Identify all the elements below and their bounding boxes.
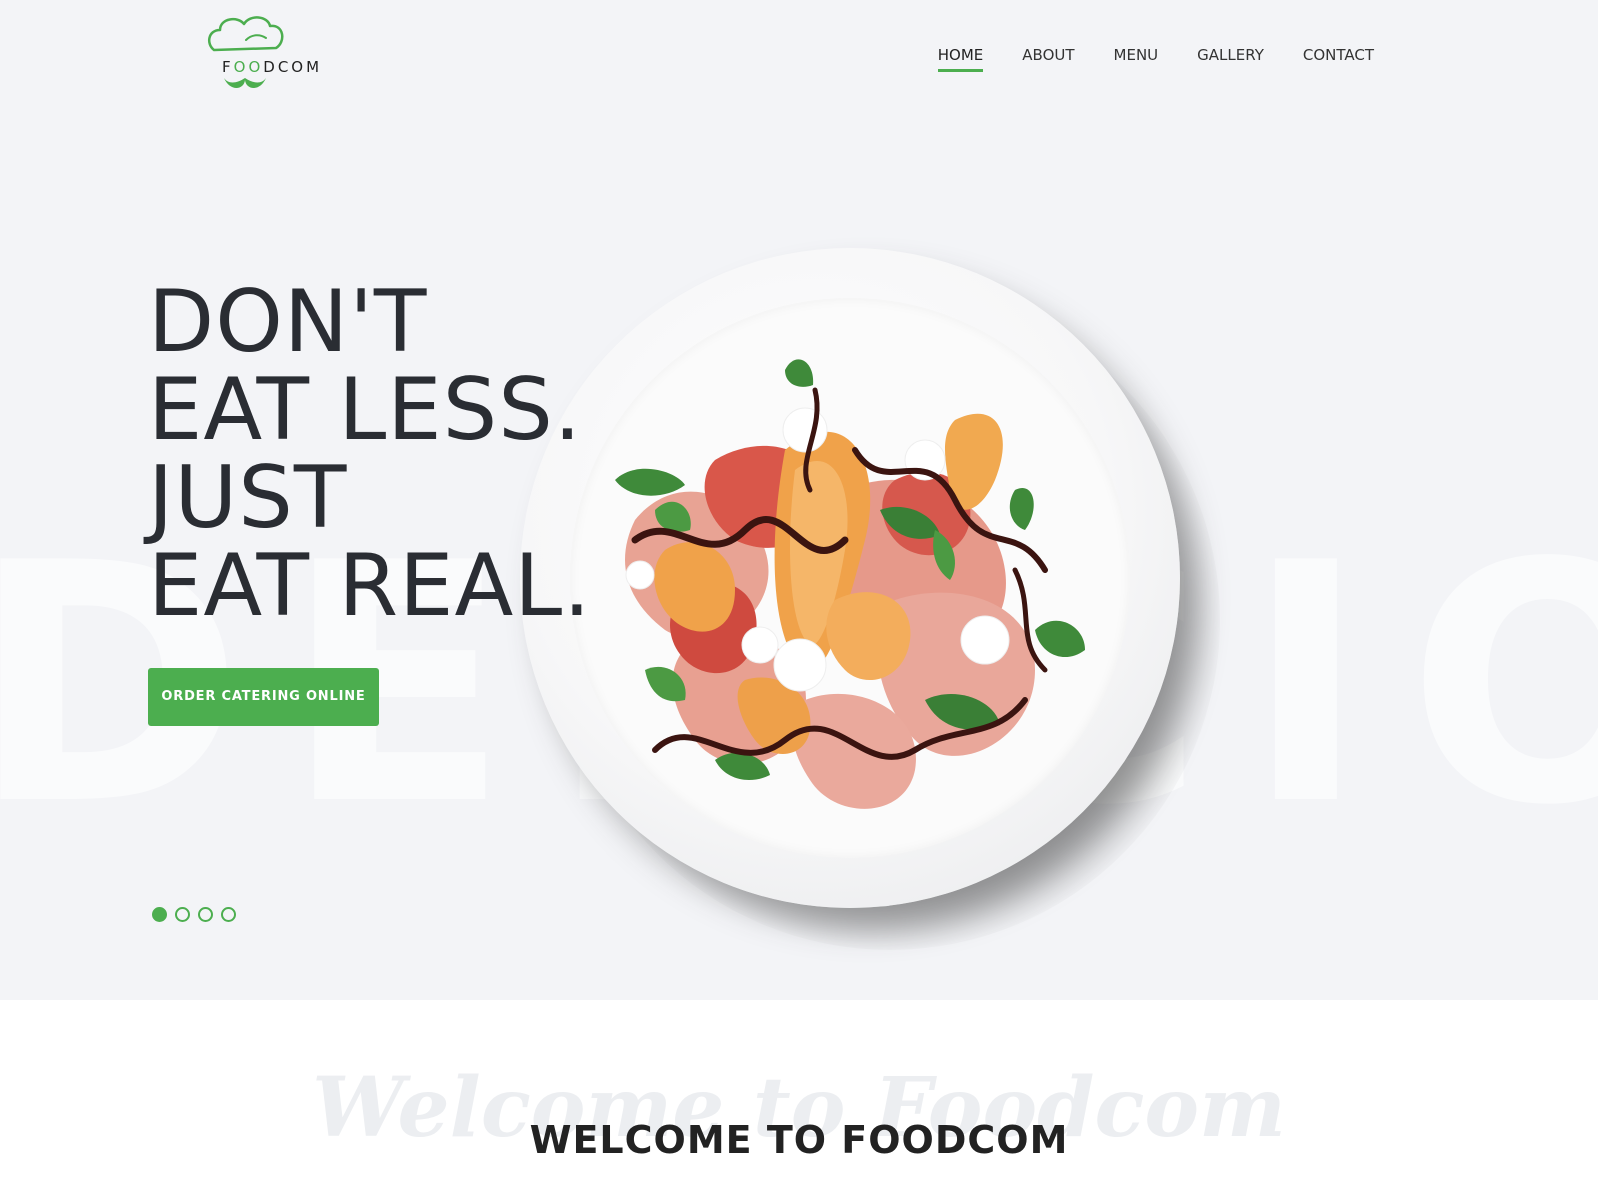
- brand-wordmark: FOODCOM: [222, 58, 323, 76]
- nav-item-gallery[interactable]: GALLERY: [1197, 46, 1264, 72]
- food-illustration: [615, 359, 1085, 809]
- brand-logo[interactable]: FOODCOM: [206, 12, 346, 94]
- main-nav: HOME ABOUT MENU GALLERY CONTACT: [937, 46, 1374, 72]
- nav-item-about[interactable]: ABOUT: [1022, 46, 1074, 72]
- slider-dot-2[interactable]: [175, 907, 190, 922]
- slider-dot-3[interactable]: [198, 907, 213, 922]
- headline-line-2: EAT LESS.: [148, 360, 583, 460]
- order-catering-button[interactable]: ORDER CATERING ONLINE: [148, 668, 379, 726]
- nav-item-menu[interactable]: MENU: [1114, 46, 1159, 72]
- headline-line-3: JUST: [148, 448, 348, 548]
- welcome-title: WELCOME TO FOODCOM: [529, 1118, 1069, 1162]
- slider-pagination: [152, 907, 236, 922]
- slider-dot-1[interactable]: [152, 907, 167, 922]
- hero-section: DELICIOUS FOODCOM HOME ABOUT MENU GALLER…: [0, 0, 1598, 1000]
- chef-hat-icon: [207, 16, 284, 88]
- nav-item-home[interactable]: HOME: [937, 46, 984, 72]
- headline-line-4: EAT REAL.: [148, 536, 592, 636]
- nav-item-contact[interactable]: CONTACT: [1303, 46, 1374, 72]
- slider-dot-4[interactable]: [221, 907, 236, 922]
- headline-line-1: DON'T: [148, 272, 428, 372]
- hero-headline: DON'T EAT LESS. JUST EAT REAL.: [148, 278, 592, 630]
